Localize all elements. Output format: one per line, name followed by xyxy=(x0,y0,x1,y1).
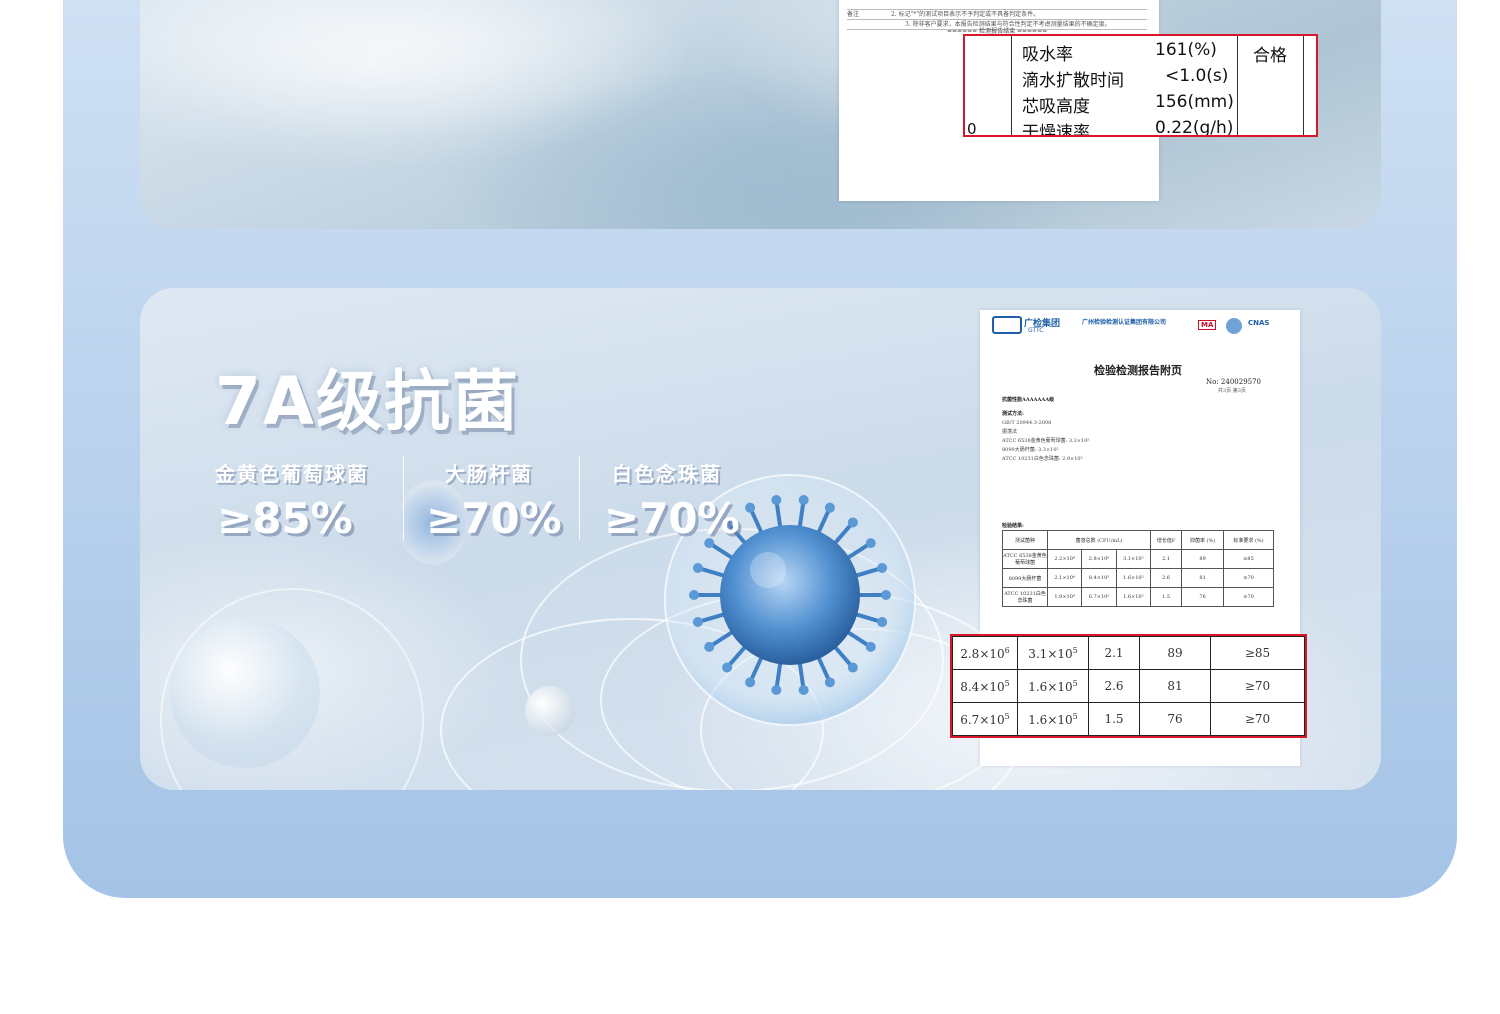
virus-spike-tip xyxy=(847,662,858,673)
highlight-result-table: 2.8×106 3.1×105 2.1 89 ≥85 8.4×105 1.6×1… xyxy=(952,636,1305,736)
water-bubble xyxy=(170,618,320,768)
report-number: No: 240029570 xyxy=(1206,378,1262,386)
drying-value: 0.22(g/h) xyxy=(1155,118,1234,135)
virus-spike-tip xyxy=(692,562,703,573)
virus-spike-tip xyxy=(745,502,756,513)
report-header: 广检集团 GTTC 广州检验检测认证集团有限公司 MA CNAS xyxy=(990,316,1290,338)
report-item: 抗菌性能AAAAAAA级 xyxy=(1002,397,1055,403)
cut-off-char: 0 xyxy=(967,120,977,135)
virus-spike-tip xyxy=(771,685,782,696)
method-label: 测试方法: xyxy=(1002,411,1024,417)
method-lines: GB/T 20944.3-2008 振荡法 ATCC 6538金黄色葡萄球菌: … xyxy=(1002,420,1090,462)
stat-divider xyxy=(579,456,580,540)
stat-label-staph: 金黄色葡萄球菌 xyxy=(215,462,369,486)
virus-spike-tip xyxy=(847,517,858,528)
virus-spike-tip xyxy=(722,662,733,673)
stat-label-ecoli: 大肠杆菌 xyxy=(445,462,533,486)
virus-spike-tip xyxy=(704,641,715,652)
stat-value-candida: ≥70% xyxy=(604,494,740,543)
virus-spike-tip xyxy=(865,538,876,549)
cma-badge: MA xyxy=(1198,320,1217,330)
wicking-label: 芯吸高度 xyxy=(1022,97,1090,117)
water-droplet xyxy=(525,686,575,736)
result-label: 检验结果: xyxy=(1002,523,1024,529)
virus-spike-tip xyxy=(881,590,891,600)
stat-value-staph: ≥85% xyxy=(217,494,353,543)
absorption-value: 161(%) xyxy=(1155,40,1217,60)
report-mini-table: 测试菌种 菌落总数 (CFU/mL) 增长值F 抑菌率 (%) 标准要求 (%)… xyxy=(1002,530,1274,607)
virus-spike-tip xyxy=(771,494,782,505)
diffusion-label: 滴水扩散时间 xyxy=(1022,71,1124,91)
virus-spike-tip xyxy=(824,677,835,688)
antibacterial-highlight-box: 2.8×106 3.1×105 2.1 89 ≥85 8.4×105 1.6×1… xyxy=(950,634,1307,738)
stat-value-ecoli: ≥70% xyxy=(426,494,562,543)
virus-spike-tip xyxy=(745,677,756,688)
report-page-info: 共3页 第3页 xyxy=(1218,388,1246,394)
virus-spike-tip xyxy=(692,617,703,628)
antibacterial-title: 7A级抗菌 xyxy=(215,363,521,440)
virus-spike-tip xyxy=(877,617,888,628)
virus-spike-tip xyxy=(824,502,835,513)
wicking-value: 156(mm) xyxy=(1155,92,1234,112)
table-divider xyxy=(1011,36,1012,135)
org-en-name: GTTC xyxy=(1028,327,1044,334)
virus-spike-tip xyxy=(877,562,888,573)
stat-divider xyxy=(403,456,404,540)
gttc-logo-icon xyxy=(992,316,1022,334)
org-full-name: 广州检验检测认证集团有限公司 xyxy=(1082,319,1167,326)
result-pass: 合格 xyxy=(1253,46,1287,66)
table-divider xyxy=(1303,36,1304,135)
table-divider xyxy=(1237,36,1238,135)
diffusion-value: <1.0(s) xyxy=(1165,66,1229,86)
stat-label-candida: 白色念珠菌 xyxy=(612,462,722,486)
absorption-label: 吸水率 xyxy=(1022,45,1073,65)
virus-spike-tip xyxy=(689,590,699,600)
table-row: 8.4×105 1.6×105 2.6 81 ≥70 xyxy=(952,669,1305,703)
report-page-title: 检验检测报告附页 xyxy=(1094,364,1182,377)
ilac-badge-icon xyxy=(1226,318,1242,334)
drying-label: 干燥速率 xyxy=(1022,123,1090,135)
virus-spike-tip xyxy=(865,641,876,652)
virus-spike-tip xyxy=(798,494,809,505)
virus-spike-tip xyxy=(798,685,809,696)
table-row: 2.8×106 3.1×105 2.1 89 ≥85 xyxy=(952,636,1305,670)
cnas-badge: CNAS xyxy=(1248,319,1270,327)
table-row: 6.7×105 1.6×105 1.5 76 ≥70 xyxy=(952,702,1305,736)
absorption-highlight-box: 吸水率 161(%) 滴水扩散时间 <1.0(s) 芯吸高度 156(mm) 干… xyxy=(963,34,1318,137)
